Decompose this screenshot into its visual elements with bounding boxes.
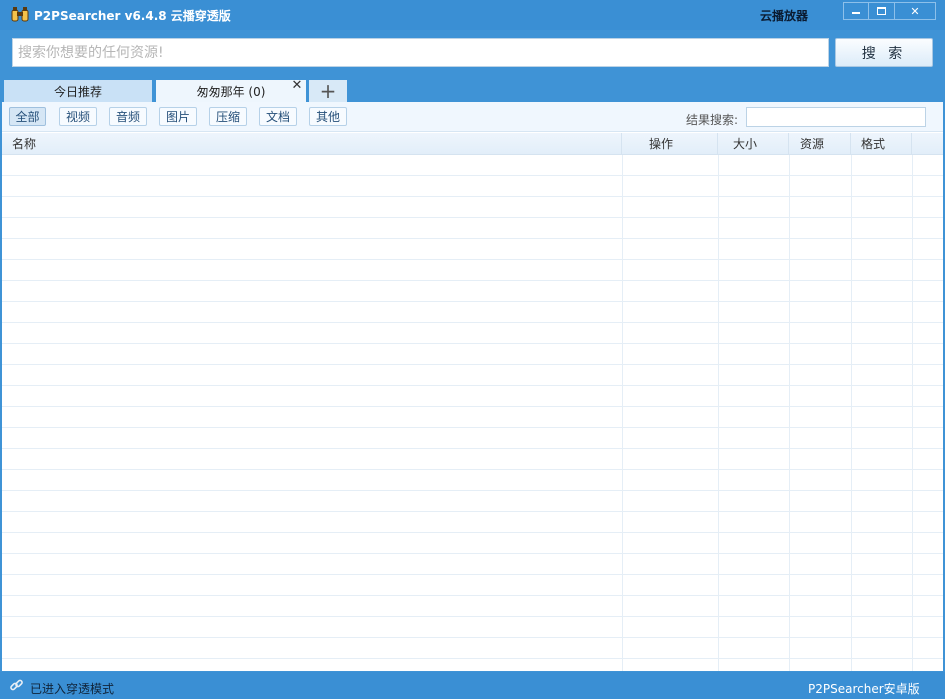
tab-today-recommend[interactable]: 今日推荐 bbox=[4, 80, 152, 102]
plus-icon: + bbox=[319, 79, 337, 103]
result-search-label: 结果搜索: bbox=[686, 113, 739, 127]
app-window: P2PSearcher v6.4.8 云播穿透版 云播放器 ✕ 搜 索 今日推荐… bbox=[0, 0, 945, 699]
table-row bbox=[2, 554, 943, 575]
table-row bbox=[2, 344, 943, 365]
table-row bbox=[2, 176, 943, 197]
maximize-button[interactable] bbox=[868, 2, 895, 20]
filter-archive-button[interactable]: 压缩 bbox=[209, 107, 247, 126]
table-row bbox=[2, 575, 943, 596]
filter-other-button[interactable]: 其他 bbox=[309, 107, 347, 126]
filter-audio-button[interactable]: 音频 bbox=[109, 107, 147, 126]
binoculars-icon bbox=[11, 7, 29, 22]
table-row bbox=[2, 386, 943, 407]
table-row bbox=[2, 218, 943, 239]
app-title: P2PSearcher v6.4.8 云播穿透版 bbox=[34, 9, 231, 23]
table-row bbox=[2, 281, 943, 302]
table-row bbox=[2, 617, 943, 638]
result-search-input[interactable] bbox=[746, 107, 926, 127]
results-table[interactable] bbox=[2, 155, 943, 671]
filter-video-button[interactable]: 视频 bbox=[59, 107, 97, 126]
column-divider bbox=[912, 155, 913, 671]
minimize-icon bbox=[852, 12, 860, 14]
table-row bbox=[2, 260, 943, 281]
table-row bbox=[2, 512, 943, 533]
table-row bbox=[2, 449, 943, 470]
results-panel: 全部 视频 音频 图片 压缩 文档 其他 结果搜索: 名称 操作 大小 资源 格… bbox=[2, 102, 943, 671]
search-button[interactable]: 搜 索 bbox=[835, 38, 933, 67]
table-row bbox=[2, 323, 943, 344]
table-header: 名称 操作 大小 资源 格式 bbox=[2, 133, 943, 155]
maximize-icon bbox=[877, 7, 886, 15]
table-row bbox=[2, 302, 943, 323]
column-header-size[interactable]: 大小 bbox=[718, 133, 789, 155]
column-divider bbox=[789, 155, 790, 671]
table-row bbox=[2, 638, 943, 659]
column-header-action[interactable]: 操作 bbox=[622, 133, 718, 155]
tab-label: 今日推荐 bbox=[53, 84, 102, 99]
column-divider bbox=[718, 155, 719, 671]
table-row bbox=[2, 596, 943, 617]
filter-image-button[interactable]: 图片 bbox=[159, 107, 197, 126]
table-row bbox=[2, 155, 943, 176]
table-row bbox=[2, 470, 943, 491]
table-row bbox=[2, 659, 943, 671]
status-bar bbox=[0, 672, 945, 699]
filter-bar: 全部 视频 音频 图片 压缩 文档 其他 结果搜索: bbox=[2, 102, 943, 132]
title-bar[interactable]: P2PSearcher v6.4.8 云播穿透版 云播放器 ✕ bbox=[0, 0, 945, 30]
close-icon: ✕ bbox=[910, 4, 920, 18]
column-header-source[interactable]: 资源 bbox=[789, 133, 851, 155]
column-divider bbox=[851, 155, 852, 671]
table-row bbox=[2, 428, 943, 449]
table-row bbox=[2, 491, 943, 512]
table-row bbox=[2, 533, 943, 554]
column-divider bbox=[622, 155, 623, 671]
link-icon bbox=[10, 679, 23, 691]
filter-document-button[interactable]: 文档 bbox=[259, 107, 297, 126]
table-row bbox=[2, 239, 943, 260]
cloud-player-button[interactable]: 云播放器 bbox=[760, 7, 808, 24]
filter-all-button[interactable]: 全部 bbox=[9, 107, 46, 126]
add-tab-button[interactable]: + bbox=[309, 79, 347, 103]
column-header-name[interactable]: 名称 bbox=[2, 133, 622, 155]
column-header-format[interactable]: 格式 bbox=[851, 133, 912, 155]
close-button[interactable]: ✕ bbox=[894, 2, 936, 20]
table-row bbox=[2, 365, 943, 386]
tab-label: 匆匆那年 (0) bbox=[196, 84, 266, 99]
android-version-link[interactable]: P2PSearcher安卓版 bbox=[808, 680, 920, 697]
tab-current-search[interactable]: 匆匆那年 (0) bbox=[156, 80, 306, 102]
search-input[interactable] bbox=[12, 38, 829, 67]
table-row bbox=[2, 407, 943, 428]
tab-close-icon[interactable]: ✕ bbox=[291, 79, 303, 93]
table-row bbox=[2, 197, 943, 218]
status-text: 已进入穿透模式 bbox=[30, 682, 115, 696]
minimize-button[interactable] bbox=[843, 2, 869, 20]
